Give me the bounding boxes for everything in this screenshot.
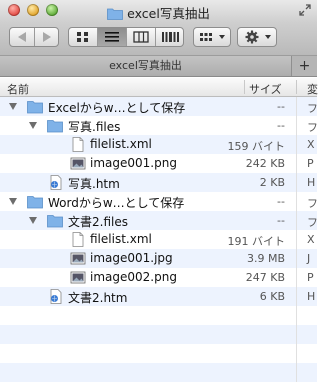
- separator: [34, 28, 35, 46]
- list-item[interactable]: filelist.xml 159 バイト X: [0, 135, 317, 154]
- document-icon: [72, 232, 84, 247]
- file-name: image002.png: [90, 270, 177, 284]
- coverflow-view-button[interactable]: [156, 28, 184, 46]
- file-kind: フ: [307, 102, 317, 115]
- file-name: 写真.htm: [68, 177, 120, 191]
- file-name: filelist.xml: [90, 232, 152, 246]
- file-kind: J: [307, 252, 311, 265]
- list-item[interactable]: 文書2.files -- フ: [0, 211, 317, 230]
- image-icon: [70, 271, 86, 284]
- coverflow-icon: [162, 32, 179, 42]
- file-kind: P: [307, 157, 314, 170]
- file-name: Excelからw…として保存: [48, 101, 186, 115]
- arrange-button[interactable]: [193, 27, 231, 47]
- file-size: 159 バイト: [227, 140, 286, 153]
- new-tab-button[interactable]: +: [292, 56, 317, 76]
- file-kind: P: [307, 271, 314, 284]
- file-kind: X: [307, 233, 315, 246]
- disclosure-triangle-icon[interactable]: [29, 217, 37, 224]
- column-separator: [296, 97, 297, 382]
- disclosure-triangle-icon[interactable]: [9, 198, 17, 205]
- chevron-down-icon: [265, 35, 271, 39]
- back-arrow-icon[interactable]: [18, 32, 26, 42]
- column-divider[interactable]: [244, 80, 245, 94]
- file-size: 247 KB: [245, 271, 285, 284]
- list-item[interactable]: image001.jpg 3.9 MB J: [0, 249, 317, 268]
- list-item[interactable]: filelist.xml 191 バイト X: [0, 230, 317, 249]
- file-name: 文書2.files: [68, 215, 128, 229]
- chevron-down-icon: [219, 35, 225, 39]
- file-size: 242 KB: [245, 157, 285, 170]
- column-kind-header[interactable]: 変: [307, 81, 318, 97]
- file-size: --: [277, 119, 285, 132]
- row-stripe: [0, 363, 317, 382]
- file-name: image001.jpg: [90, 251, 173, 265]
- list-item[interactable]: image001.png 242 KB P: [0, 154, 317, 173]
- window-title: excel写真抽出: [0, 3, 317, 22]
- file-size: 191 バイト: [227, 235, 286, 248]
- column-divider[interactable]: [296, 80, 297, 94]
- disclosure-triangle-icon[interactable]: [9, 103, 17, 110]
- list-item[interactable]: 文書2.htm 6 KB H: [0, 287, 317, 306]
- folder-icon: [47, 215, 63, 228]
- image-icon: [70, 252, 86, 265]
- column-header: 名前 サイズ 変: [0, 78, 318, 97]
- file-size: 3.9 MB: [246, 252, 285, 265]
- folder-icon: [47, 120, 63, 133]
- folder-icon: [27, 101, 43, 114]
- list-lines-icon: [105, 32, 119, 42]
- html-file-icon: [50, 175, 62, 190]
- file-name: 写真.files: [68, 120, 121, 134]
- document-icon: [72, 137, 84, 152]
- back-forward-control: [9, 27, 59, 47]
- file-kind: H: [307, 290, 316, 303]
- icon-grid-icon: [77, 32, 88, 42]
- fullscreen-icon[interactable]: [299, 4, 311, 16]
- gear-icon: [245, 30, 259, 44]
- file-name: Wordからw…として保存: [48, 196, 185, 210]
- file-name: 文書2.htm: [68, 291, 128, 305]
- file-kind: フ: [307, 197, 317, 210]
- image-icon: [70, 157, 86, 170]
- tab-excel-photos[interactable]: excel写真抽出: [0, 56, 292, 76]
- folder-icon: [107, 8, 124, 20]
- titlebar: excel写真抽出: [0, 0, 317, 22]
- file-size: --: [277, 214, 285, 227]
- row-stripe: [0, 325, 317, 344]
- file-kind: H: [307, 176, 316, 189]
- file-size: 6 KB: [259, 290, 285, 303]
- list-item[interactable]: image002.png 247 KB P: [0, 268, 317, 287]
- file-size: --: [277, 100, 285, 113]
- window-title-text: excel写真抽出: [127, 6, 210, 21]
- folder-icon: [27, 196, 43, 209]
- html-file-icon: [50, 289, 62, 304]
- list-item[interactable]: 写真.files -- フ: [0, 116, 317, 135]
- view-mode-control: [68, 27, 184, 47]
- tab-bar: excel写真抽出 +: [0, 55, 317, 77]
- list-item[interactable]: 写真.htm 2 KB H: [0, 173, 317, 192]
- list-view-button[interactable]: [98, 28, 127, 46]
- file-size: 2 KB: [259, 176, 285, 189]
- action-button[interactable]: [237, 27, 277, 47]
- columns-icon: [133, 31, 149, 43]
- list-item[interactable]: Wordからw…として保存 -- フ: [0, 192, 317, 211]
- forward-arrow-icon[interactable]: [43, 32, 51, 42]
- column-size-header[interactable]: サイズ: [249, 81, 282, 97]
- file-list: Excelからw…として保存 -- フ 写真.files -- フ fileli…: [0, 97, 317, 382]
- icon-view-button[interactable]: [69, 28, 98, 46]
- column-view-button[interactable]: [127, 28, 156, 46]
- arrange-grid-icon: [200, 33, 212, 41]
- disclosure-triangle-icon[interactable]: [29, 122, 37, 129]
- file-kind: フ: [307, 216, 317, 229]
- file-kind: フ: [307, 121, 317, 134]
- column-name-header[interactable]: 名前: [7, 81, 29, 97]
- file-kind: X: [307, 138, 315, 151]
- file-size: --: [277, 195, 285, 208]
- toolbar: [0, 22, 317, 55]
- file-name: image001.png: [90, 156, 177, 170]
- list-item[interactable]: Excelからw…として保存 -- フ: [0, 97, 317, 116]
- file-name: filelist.xml: [90, 137, 152, 151]
